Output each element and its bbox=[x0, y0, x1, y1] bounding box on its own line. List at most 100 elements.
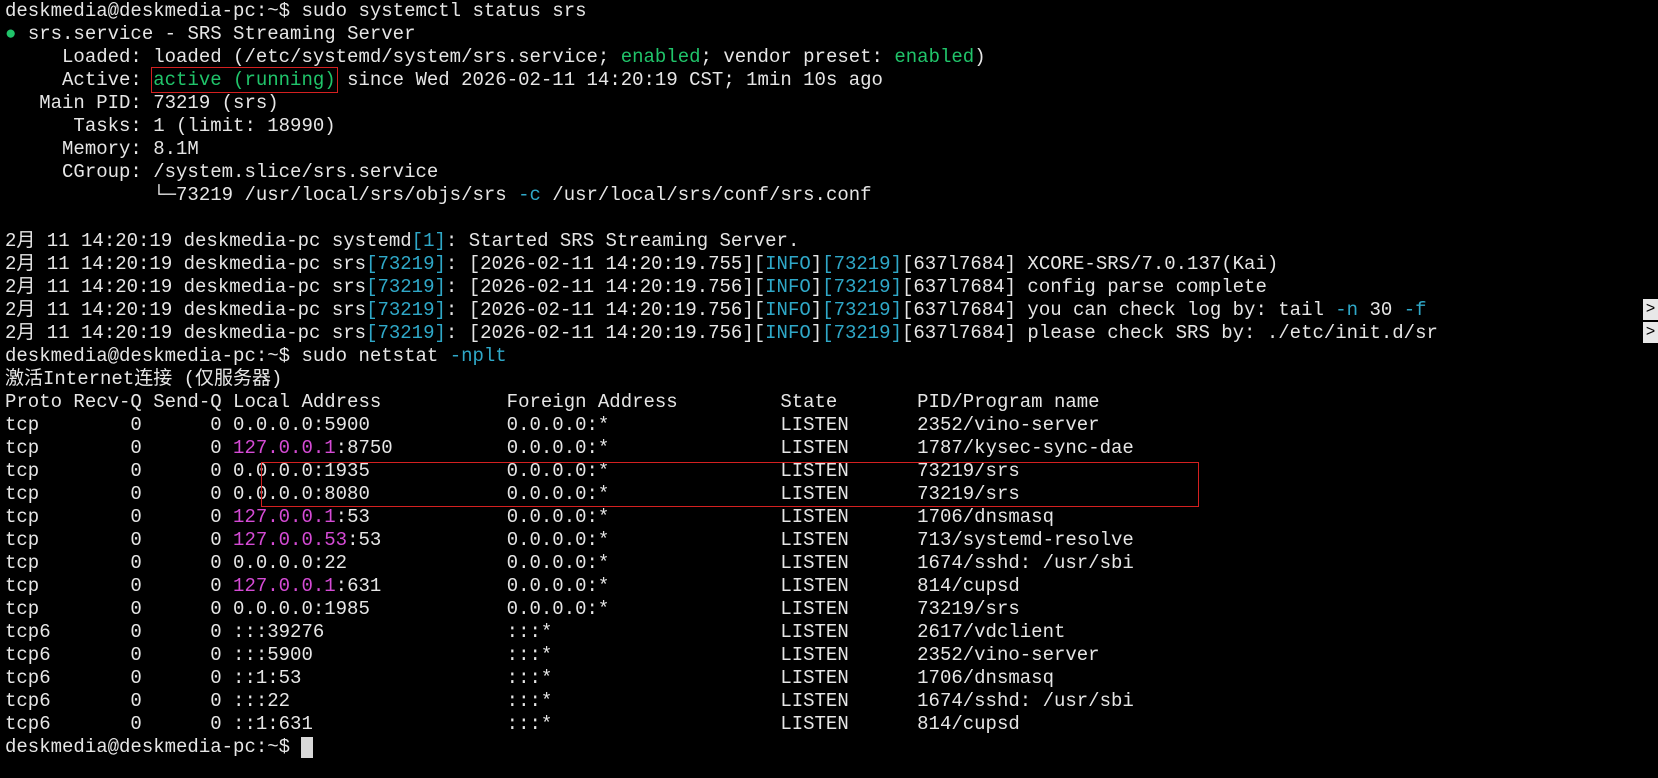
terminal-text: tcp 0 0 bbox=[5, 437, 234, 459]
terminal-text: [637l7684] config parse complete bbox=[902, 276, 1267, 298]
terminal-text: INFO bbox=[765, 299, 811, 321]
terminal-line: tcp 0 0 0.0.0.0:1985 0.0.0.0:* LISTEN 73… bbox=[5, 598, 1658, 621]
terminal-text: Active: bbox=[5, 69, 154, 91]
terminal-text: tcp6 0 0 :::22 :::* LISTEN 1674/sshd: /u… bbox=[5, 690, 1134, 712]
terminal-line: 2月 11 14:20:19 deskmedia-pc srs[73219]: … bbox=[5, 299, 1658, 322]
terminal-text: [73219] bbox=[366, 253, 446, 275]
terminal-text: ) bbox=[974, 46, 986, 68]
terminal-text: [73219] bbox=[822, 322, 902, 344]
terminal-text: tcp 0 0 0.0.0.0:5900 0.0.0.0:* LISTEN 23… bbox=[5, 414, 1100, 436]
terminal-line: 2月 11 14:20:19 deskmedia-pc srs[73219]: … bbox=[5, 322, 1658, 345]
terminal-line: tcp 0 0 127.0.0.53:53 0.0.0.0:* LISTEN 7… bbox=[5, 529, 1658, 552]
terminal-text: : Started SRS Streaming Server. bbox=[445, 230, 800, 252]
terminal-text: Proto Recv-Q Send-Q Local Address Foreig… bbox=[5, 391, 1100, 413]
terminal-line: tcp6 0 0 :::22 :::* LISTEN 1674/sshd: /u… bbox=[5, 690, 1658, 713]
terminal-text: 2月 11 14:20:19 deskmedia-pc srs bbox=[5, 299, 367, 321]
terminal-text: 127.0.0.1 bbox=[233, 575, 336, 597]
terminal-text: enabled bbox=[894, 46, 975, 68]
terminal-text: Tasks: 1 (limit: 18990) bbox=[5, 115, 336, 137]
terminal-text: : [2026-02-11 14:20:19.756][ bbox=[445, 299, 766, 321]
terminal-text: INFO bbox=[765, 276, 811, 298]
terminal-line: tcp 0 0 127.0.0.1:8750 0.0.0.0:* LISTEN … bbox=[5, 437, 1658, 460]
terminal-line: deskmedia@deskmedia-pc:~$ bbox=[5, 736, 1658, 759]
terminal-window[interactable]: deskmedia@deskmedia-pc:~$ sudo systemctl… bbox=[0, 0, 1658, 778]
terminal-text: :631 0.0.0.0:* LISTEN 814/cupsd bbox=[335, 575, 1020, 597]
terminal-line: Active: active (running) since Wed 2026-… bbox=[5, 67, 1658, 93]
terminal-line: tcp6 0 0 :::5900 :::* LISTEN 2352/vino-s… bbox=[5, 644, 1658, 667]
terminal-line: Tasks: 1 (limit: 18990) bbox=[5, 115, 1658, 138]
terminal-text: deskmedia@deskmedia-pc:~$ sudo systemctl… bbox=[5, 0, 587, 22]
terminal-text: INFO bbox=[765, 253, 811, 275]
terminal-text: tcp 0 0 bbox=[5, 506, 234, 528]
terminal-line: 激活Internet连接 (仅服务器) bbox=[5, 368, 1658, 391]
terminal-text: ] bbox=[810, 253, 823, 275]
terminal-text: -n bbox=[1335, 299, 1359, 321]
terminal-text: [1] bbox=[411, 230, 446, 252]
terminal-line: Main PID: 73219 (srs) bbox=[5, 92, 1658, 115]
terminal-text: Loaded: loaded (/etc/systemd/system/srs.… bbox=[5, 46, 621, 68]
terminal-text: tcp 0 0 bbox=[5, 529, 234, 551]
terminal-text: -c bbox=[518, 184, 541, 206]
terminal-text: ● bbox=[5, 23, 28, 45]
status-highlight: active (running) bbox=[151, 67, 338, 93]
line-truncation-marker: > bbox=[1643, 322, 1658, 343]
terminal-line: tcp6 0 0 ::1:631 :::* LISTEN 814/cupsd bbox=[5, 713, 1658, 736]
terminal-text: :53 0.0.0.0:* LISTEN 713/systemd-resolve bbox=[347, 529, 1134, 551]
terminal-text: 2月 11 14:20:19 deskmedia-pc srs bbox=[5, 253, 367, 275]
terminal-text: tcp 0 0 0.0.0.0:22 0.0.0.0:* LISTEN 1674… bbox=[5, 552, 1134, 574]
terminal-text: since Wed 2026-02-11 14:20:19 CST; 1min … bbox=[335, 69, 883, 91]
terminal-text: deskmedia@deskmedia-pc:~$ bbox=[5, 736, 302, 758]
terminal-text: 激活Internet连接 (仅服务器) bbox=[5, 368, 283, 390]
srs-ports-highlight bbox=[261, 462, 1199, 507]
terminal-text: [637l7684] XCORE-SRS/7.0.137(Kai) bbox=[902, 253, 1279, 275]
terminal-text: tcp 0 0 0.0.0.0:1985 0.0.0.0:* LISTEN 73… bbox=[5, 598, 1020, 620]
terminal-text: [73219] bbox=[822, 276, 902, 298]
terminal-text: enabled bbox=[620, 46, 701, 68]
line-truncation-marker: > bbox=[1643, 299, 1658, 320]
terminal-text: : [2026-02-11 14:20:19.756][ bbox=[445, 276, 766, 298]
terminal-line: tcp6 0 0 :::39276 :::* LISTEN 2617/vdcli… bbox=[5, 621, 1658, 644]
terminal-text: ] bbox=[810, 322, 823, 344]
terminal-text: ] bbox=[810, 299, 823, 321]
terminal-line: 2月 11 14:20:19 deskmedia-pc systemd[1]: … bbox=[5, 230, 1658, 253]
terminal-text: 127.0.0.53 bbox=[233, 529, 348, 551]
terminal-line: deskmedia@deskmedia-pc:~$ sudo systemctl… bbox=[5, 0, 1658, 23]
terminal-text: tcp6 0 0 :::5900 :::* LISTEN 2352/vino-s… bbox=[5, 644, 1100, 666]
terminal-line: tcp 0 0 127.0.0.1:53 0.0.0.0:* LISTEN 17… bbox=[5, 506, 1658, 529]
terminal-text: 127.0.0.1 bbox=[233, 437, 336, 459]
terminal-text: INFO bbox=[765, 322, 811, 344]
terminal-text: 127.0.0.1 bbox=[233, 506, 336, 528]
terminal-line: ● srs.service - SRS Streaming Server bbox=[5, 23, 1658, 46]
terminal-text: : [2026-02-11 14:20:19.756][ bbox=[445, 322, 766, 344]
terminal-text: CGroup: /system.slice/srs.service bbox=[5, 161, 439, 183]
terminal-line: tcp6 0 0 ::1:53 :::* LISTEN 1706/dnsmasq bbox=[5, 667, 1658, 690]
terminal-text: [73219] bbox=[822, 253, 902, 275]
terminal-text: Main PID: 73219 (srs) bbox=[5, 92, 279, 114]
terminal-text: [73219] bbox=[366, 276, 446, 298]
terminal-text: : [2026-02-11 14:20:19.755][ bbox=[445, 253, 766, 275]
terminal-cursor[interactable] bbox=[301, 737, 314, 758]
terminal-text: [73219] bbox=[366, 299, 446, 321]
terminal-text: :53 0.0.0.0:* LISTEN 1706/dnsmasq bbox=[335, 506, 1054, 528]
terminal-text: -nplt bbox=[449, 345, 507, 367]
terminal-text: -f bbox=[1403, 299, 1427, 321]
terminal-line: deskmedia@deskmedia-pc:~$ sudo netstat -… bbox=[5, 345, 1658, 368]
terminal-line: 2月 11 14:20:19 deskmedia-pc srs[73219]: … bbox=[5, 276, 1658, 299]
terminal-line: Proto Recv-Q Send-Q Local Address Foreig… bbox=[5, 391, 1658, 414]
terminal-line: Memory: 8.1M bbox=[5, 138, 1658, 161]
terminal-line: 2月 11 14:20:19 deskmedia-pc srs[73219]: … bbox=[5, 253, 1658, 276]
terminal-line: tcp 0 0 0.0.0.0:5900 0.0.0.0:* LISTEN 23… bbox=[5, 414, 1658, 437]
terminal-text: [73219] bbox=[366, 322, 446, 344]
terminal-text: 2月 11 14:20:19 deskmedia-pc systemd bbox=[5, 230, 412, 252]
terminal-text: [73219] bbox=[822, 299, 902, 321]
terminal-text: [637l7684] you can check log by: tail bbox=[902, 299, 1336, 321]
terminal-text: srs.service - SRS Streaming Server bbox=[27, 23, 416, 45]
terminal-line: tcp 0 0 127.0.0.1:631 0.0.0.0:* LISTEN 8… bbox=[5, 575, 1658, 598]
terminal-text: deskmedia@deskmedia-pc:~$ sudo netstat bbox=[5, 345, 450, 367]
terminal-line: └─73219 /usr/local/srs/objs/srs -c /usr/… bbox=[5, 184, 1658, 207]
terminal-text: tcp6 0 0 ::1:53 :::* LISTEN 1706/dnsmasq bbox=[5, 667, 1054, 689]
terminal-text: Memory: 8.1M bbox=[5, 138, 199, 160]
terminal-text: :8750 0.0.0.0:* LISTEN 1787/kysec-sync-d… bbox=[335, 437, 1134, 459]
terminal-text: tcp6 0 0 ::1:631 :::* LISTEN 814/cupsd bbox=[5, 713, 1020, 735]
